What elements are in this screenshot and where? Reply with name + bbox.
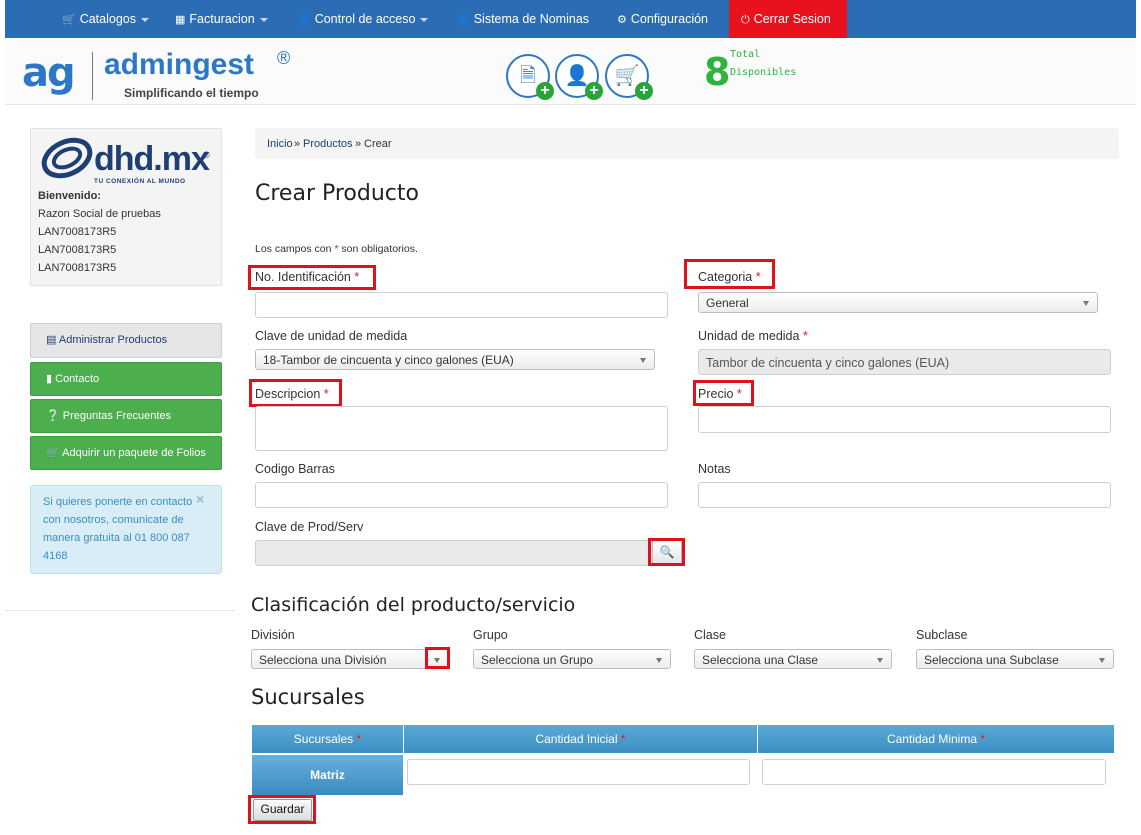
unidad-input: Tambor de cincuenta y cinco galones (EUA… xyxy=(698,349,1111,375)
user-icon: 👤 xyxy=(456,14,470,26)
chevron-down-icon xyxy=(1099,658,1105,663)
notas-input[interactable] xyxy=(698,482,1111,508)
highlight-box xyxy=(248,265,376,290)
chat-icon: ▮ xyxy=(46,373,53,385)
user-rfc: LAN7008173R5 xyxy=(38,262,117,274)
company-tagline: TU CONEXIÓN AL MUNDO xyxy=(94,178,186,185)
clave-unidad-label: Clave de unidad de medida xyxy=(255,329,408,343)
company-logo-text: dhd.mx xyxy=(94,140,210,178)
caret-down-icon xyxy=(141,17,149,22)
highlight-box xyxy=(684,259,775,289)
chevron-down-icon xyxy=(877,658,883,663)
nav-control-acceso[interactable]: 👤 Control de acceso xyxy=(297,0,429,38)
user-rfc: LAN7008173R5 xyxy=(38,226,117,238)
caret-down-icon xyxy=(259,17,268,22)
clasificacion-title: Clasificación del producto/servicio xyxy=(251,594,576,616)
highlight-box xyxy=(249,379,342,407)
unidad-label: Unidad de medida * xyxy=(698,329,808,343)
contact-info-text: Si quieres ponerte en contacto con nosot… xyxy=(43,496,193,562)
cantidad-minima-input[interactable] xyxy=(762,759,1106,785)
cantidad-inicial-input[interactable] xyxy=(407,759,750,785)
logout-button[interactable]: ⏻ Cerrar Sesion xyxy=(729,0,847,38)
new-invoice-button[interactable]: 🗎 + xyxy=(506,54,554,100)
division-select[interactable]: Selecciona una División xyxy=(251,649,449,669)
brand-mark: ag xyxy=(22,50,76,96)
brand-registered: ® xyxy=(277,48,291,68)
breadcrumb-separator: » xyxy=(294,138,301,150)
sidebar-item-preguntas[interactable]: ❔ Preguntas Frecuentes xyxy=(30,399,222,433)
brand-name: admingest xyxy=(104,48,255,81)
folios-count: 8 xyxy=(704,50,731,94)
breadcrumb-productos[interactable]: Productos xyxy=(303,138,353,150)
new-order-button[interactable]: 🛒 + xyxy=(605,54,653,100)
user-rfc: LAN7008173R5 xyxy=(38,244,117,256)
descripcion-textarea[interactable] xyxy=(255,406,668,451)
table-row-sucursal-name: Matriz xyxy=(252,755,403,795)
highlight-box xyxy=(248,795,316,824)
sucursales-title: Sucursales xyxy=(251,685,365,709)
list-icon: ▤ xyxy=(46,334,57,346)
nav-nominas[interactable]: 👤 Sistema de Nominas xyxy=(456,0,589,38)
power-icon: ⏻ xyxy=(741,14,750,26)
grupo-select[interactable]: Selecciona un Grupo xyxy=(473,649,671,669)
folios-available-label: Disponibles xyxy=(730,67,797,78)
highlight-box xyxy=(648,538,685,566)
clave-unidad-select[interactable]: 18-Tambor de cincuenta y cinco galones (… xyxy=(255,349,655,370)
nav-facturacion[interactable]: ▦ Facturacion xyxy=(175,0,268,38)
grid-icon: ▦ xyxy=(175,14,186,26)
clase-label: Clase xyxy=(694,628,726,642)
table-header-cantidad-inicial: Cantidad Inicial * xyxy=(404,725,757,753)
brand-separator xyxy=(92,52,93,100)
notas-label: Notas xyxy=(698,462,731,476)
nav-catalogos[interactable]: 🛒 Catalogos xyxy=(62,0,149,38)
subclase-select[interactable]: Selecciona una Subclase xyxy=(916,649,1114,669)
codigo-barras-input[interactable] xyxy=(255,482,668,508)
clave-prod-input xyxy=(255,540,653,566)
table-header-sucursales: Sucursales * xyxy=(252,725,403,753)
page-title: Crear Producto xyxy=(255,181,419,206)
user-razon-social: Razon Social de pruebas xyxy=(38,208,161,220)
grupo-label: Grupo xyxy=(473,628,508,642)
highlight-box xyxy=(425,647,450,669)
nav-configuracion[interactable]: ⚙ Configuración xyxy=(617,0,708,38)
close-icon[interactable]: × xyxy=(196,491,204,507)
breadcrumb-inicio[interactable]: Inicio xyxy=(267,138,293,150)
clase-select[interactable]: Selecciona una Clase xyxy=(694,649,892,669)
breadcrumb-separator: » xyxy=(355,138,362,150)
identificacion-input[interactable] xyxy=(255,292,668,318)
welcome-label: Bienvenido: xyxy=(38,190,101,202)
question-icon: ❔ xyxy=(46,410,60,422)
sidebar-item-folios[interactable]: 🛒 Adquirir un paquete de Folios xyxy=(30,436,222,470)
codigo-barras-label: Codigo Barras xyxy=(255,462,335,476)
new-user-button[interactable]: 👤 + xyxy=(555,54,603,100)
sidebar-item-administrar-productos[interactable]: ▤ Administrar Productos xyxy=(30,323,222,358)
gear-icon: ⚙ xyxy=(617,14,627,26)
cart-icon: 🛒 xyxy=(46,447,60,459)
breadcrumb-crear: Crear xyxy=(364,138,392,150)
clave-prod-label: Clave de Prod/Serv xyxy=(255,520,364,534)
sidebar-divider xyxy=(5,610,235,611)
chevron-down-icon xyxy=(656,658,662,663)
sidebar-item-contacto[interactable]: ▮ Contacto xyxy=(30,362,222,396)
caret-down-icon xyxy=(420,17,429,22)
chevron-down-icon xyxy=(1083,301,1089,306)
required-note: Los campos con * son obligatorios. xyxy=(255,243,418,255)
division-label: División xyxy=(251,628,295,642)
categoria-select[interactable]: General xyxy=(698,292,1098,313)
company-logo-reg: ® xyxy=(203,150,210,160)
company-logo-icon xyxy=(41,137,93,179)
subclase-label: Subclase xyxy=(916,628,968,642)
chevron-down-icon xyxy=(640,358,646,363)
highlight-box xyxy=(693,380,754,406)
user-icon: 👤 xyxy=(297,14,311,26)
brand-tagline: Simplificando el tiempo xyxy=(124,86,259,100)
table-header-cantidad-minima: Cantidad Minima * xyxy=(758,725,1114,753)
folios-total-label: Total xyxy=(730,49,761,60)
cart-icon: 🛒 xyxy=(62,14,76,26)
precio-input[interactable] xyxy=(698,406,1111,433)
top-navbar: 🛒 Catalogos ▦ Facturacion 👤 Control de acce… xyxy=(5,0,1136,38)
